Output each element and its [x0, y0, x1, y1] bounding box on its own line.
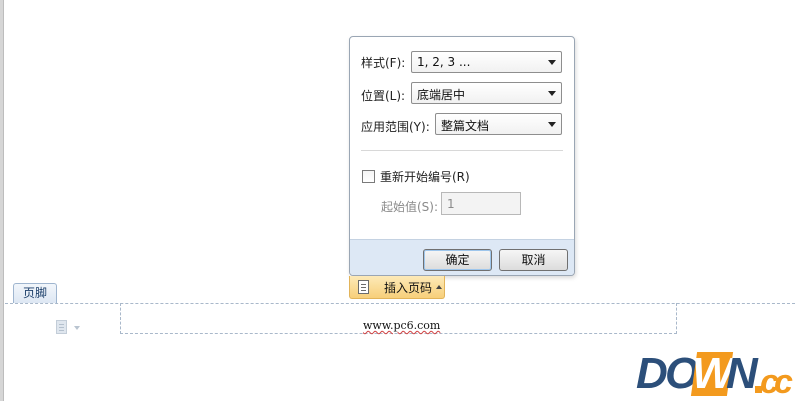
logo-letter-d: D: [636, 349, 668, 398]
dialog-divider: [361, 150, 563, 151]
insert-page-number-label: 插入页码: [384, 280, 433, 295]
scope-label: 应用范围(Y):: [361, 120, 430, 134]
cancel-button[interactable]: 取消: [499, 249, 568, 271]
start-value-text: 1: [447, 197, 455, 211]
window-left-edge: [0, 0, 4, 401]
start-value-input[interactable]: 1: [441, 192, 521, 215]
style-select-value: 1, 2, 3 ...: [417, 55, 471, 69]
style-label: 样式(F):: [361, 56, 406, 70]
restart-numbering-label[interactable]: 重新开始编号(R): [380, 168, 470, 185]
position-label: 位置(L):: [361, 89, 406, 103]
chevron-down-icon: [548, 60, 556, 65]
position-select-value: 底端居中: [417, 88, 466, 102]
insert-page-number-button[interactable]: 插入页码: [349, 276, 445, 299]
start-value-label: 起始值(S):: [381, 200, 439, 214]
footer-text: www.pc6.com: [363, 319, 441, 332]
logo-letter-c2: c: [774, 363, 793, 401]
restart-numbering-checkbox[interactable]: [362, 170, 375, 183]
down-cc-logo: D O W N c c: [634, 349, 793, 401]
chevron-up-icon: [436, 285, 443, 289]
ok-button[interactable]: 确定: [423, 249, 492, 271]
scope-select-value: 整篇文档: [441, 119, 490, 133]
scope-select[interactable]: 整篇文档: [435, 113, 562, 135]
style-select[interactable]: 1, 2, 3 ...: [411, 51, 562, 73]
chevron-down-icon: [548, 122, 556, 127]
chevron-down-icon: [74, 326, 80, 330]
page-number-dialog: 样式(F): 1, 2, 3 ... 位置(L): 底端居中 应用范围(Y): …: [349, 36, 575, 276]
scope-row: 应用范围(Y):: [361, 118, 430, 135]
document-icon: [358, 280, 369, 294]
style-row: 样式(F):: [361, 54, 405, 71]
position-row: 位置(L):: [361, 87, 405, 104]
page-number-options-icon[interactable]: [56, 320, 67, 334]
logo-letter-n: N: [726, 349, 758, 398]
position-select[interactable]: 底端居中: [411, 82, 562, 104]
chevron-down-icon: [548, 91, 556, 96]
footer-tab[interactable]: 页脚: [13, 283, 57, 303]
